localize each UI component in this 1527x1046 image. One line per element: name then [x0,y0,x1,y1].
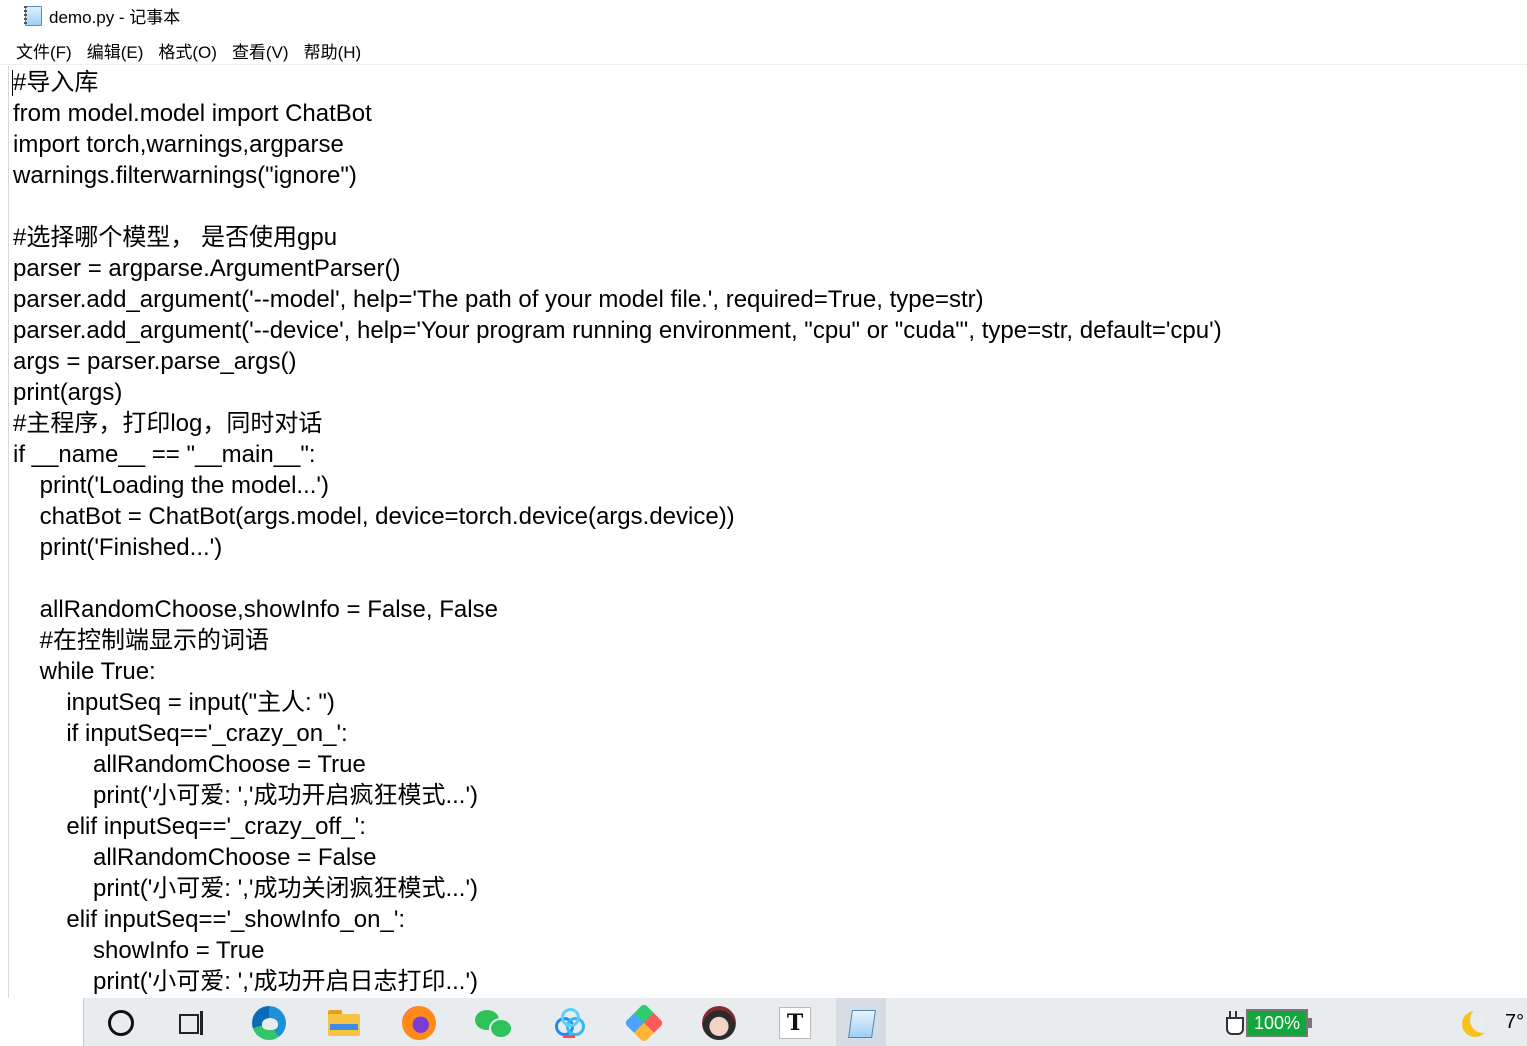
task-view-icon[interactable] [176,1006,210,1040]
baidu-netdisk-icon[interactable] [552,1006,586,1040]
code-line: #主程序，打印log，同时对话 [13,410,323,437]
edge-browser-icon[interactable] [252,1006,286,1040]
code-line: print(args) [13,379,123,406]
code-line: print('Loading the model...') [13,472,329,499]
power-plug-icon [1224,1009,1244,1037]
code-line: parser.add_argument('--device', help='Yo… [13,317,1222,344]
code-line: showInfo = True [13,937,265,964]
notepad-icon[interactable] [844,1006,878,1040]
menu-format[interactable]: 格式(O) [151,38,224,63]
code-line: warnings.filterwarnings("ignore") [13,162,357,189]
notepad-app-icon [23,5,43,26]
text-editor-area[interactable]: #导入库 from model.model import ChatBot impor… [10,66,1520,998]
typora-icon[interactable]: T [778,1006,812,1040]
code-line: if __name__ == "__main__": [13,441,316,468]
code-line: from model.model import ChatBot [13,100,372,127]
code-line: allRandomChoose = False [13,844,377,871]
editor-left-margin [0,66,9,998]
code-line: inputSeq = input("主人: ") [13,689,335,716]
code-line: parser.add_argument('--model', help='The… [13,286,984,313]
wechat-icon[interactable] [475,1006,513,1040]
file-explorer-icon[interactable] [327,1006,361,1040]
code-line: print('小可爱: ','成功开启疯狂模式...') [13,782,479,809]
code-line: if inputSeq=='_crazy_on_': [13,720,348,747]
code-line: chatBot = ChatBot(args.model, device=tor… [13,503,735,530]
menu-edit[interactable]: 编辑(E) [80,38,151,63]
battery-percent: 100% [1246,1009,1312,1037]
code-line: allRandomChoose,showInfo = False, False [13,596,498,623]
code-line: while True: [13,658,156,685]
notepad-window: demo.py - 记事本 文件(F) 编辑(E) 格式(O) 查看(V) 帮助… [0,0,1527,998]
code-line: print('小可爱: ','成功关闭疯狂模式...') [13,875,479,902]
code-line: #导入库 [13,69,99,96]
temperature-readout[interactable]: 7° [1505,1011,1524,1034]
user-avatar-app-icon[interactable] [702,1006,736,1040]
code-line: args = parser.parse_args() [13,348,297,375]
code-line: import torch,warnings,argparse [13,131,344,158]
code-line: allRandomChoose = True [13,751,366,778]
code-line: parser = argparse.ArgumentParser() [13,255,401,282]
taskbar-search-box[interactable] [0,998,84,1046]
git-diamond-icon[interactable] [624,1003,664,1043]
code-line: print('小可爱: ','成功开启日志打印...') [13,968,479,995]
taskbar-notepad-active[interactable] [836,998,886,1046]
moon-weather-icon[interactable] [1462,1011,1488,1037]
battery-indicator[interactable]: 100% [1224,1008,1312,1038]
cortana-search-icon[interactable] [104,1006,138,1040]
taskbar: T 100% 7° [0,998,1527,1046]
title-bar[interactable]: demo.py - 记事本 [0,0,1527,30]
code-line: elif inputSeq=='_crazy_off_': [13,813,366,840]
code-line: print('Finished...') [13,534,223,561]
menu-file[interactable]: 文件(F) [9,38,79,63]
menu-bar: 文件(F) 编辑(E) 格式(O) 查看(V) 帮助(H) [0,36,1527,65]
menu-help[interactable]: 帮助(H) [297,38,369,63]
code-line: #选择哪个模型， 是否使用gpu [13,224,338,251]
window-title: demo.py - 记事本 [49,7,181,27]
code-line: #在控制端显示的词语 [13,627,270,654]
menu-view[interactable]: 查看(V) [225,38,296,63]
code-line: elif inputSeq=='_showInfo_on_': [13,906,406,933]
firefox-icon[interactable] [402,1006,436,1040]
